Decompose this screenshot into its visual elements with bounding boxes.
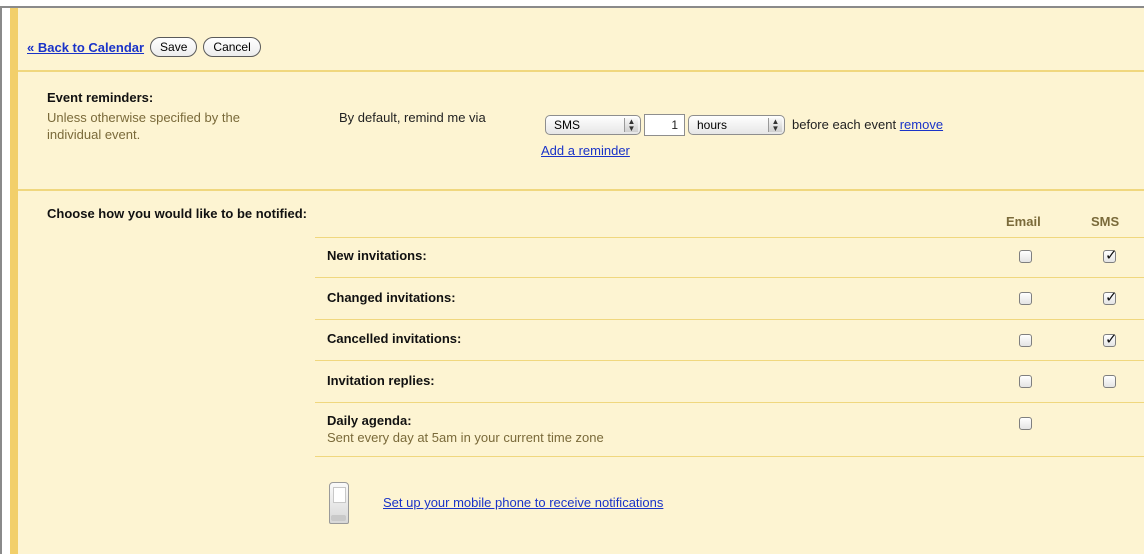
back-to-calendar-link[interactable]: « Back to Calendar <box>27 40 144 55</box>
reminder-unit-value: hours <box>697 118 728 132</box>
email-column-header: Email <box>1006 214 1041 229</box>
daily-agenda-description: Sent every day at 5am in your current ti… <box>327 430 604 445</box>
changed-invitations-email-checkbox[interactable] <box>1019 292 1032 305</box>
window-left-border <box>0 8 10 554</box>
reminder-suffix: before each event remove <box>792 117 943 132</box>
invitation-replies-email-checkbox[interactable] <box>1019 375 1032 388</box>
select-arrows-icon: ▲ ▼ <box>768 118 782 133</box>
row-divider <box>315 319 1144 320</box>
row-divider <box>315 277 1144 278</box>
row-divider <box>315 402 1144 403</box>
reminder-suffix-text: before each event <box>792 117 897 132</box>
event-reminders-title: Event reminders: <box>47 90 154 105</box>
reminder-method-select[interactable]: SMS ▲ ▼ <box>545 115 641 135</box>
row-divider <box>315 237 1144 238</box>
save-button[interactable]: Save <box>150 37 198 57</box>
mobile-phone-icon <box>329 482 349 524</box>
accent-bar <box>10 8 18 554</box>
row-divider <box>315 360 1144 361</box>
cancel-button[interactable]: Cancel <box>203 37 261 57</box>
reminder-unit-select[interactable]: hours ▲ ▼ <box>688 115 785 135</box>
header-toolbar: « Back to Calendar Save Cancel <box>27 37 261 57</box>
daily-agenda-label: Daily agenda: <box>327 413 412 428</box>
setup-mobile-link[interactable]: Set up your mobile phone to receive noti… <box>383 495 663 510</box>
invitation-replies-label: Invitation replies: <box>327 373 435 388</box>
notify-section-title: Choose how you would like to be notified… <box>47 206 307 221</box>
reminder-method-value: SMS <box>554 118 581 132</box>
divider <box>18 70 1144 72</box>
reminder-amount-input[interactable]: 1 <box>644 114 685 136</box>
new-invitations-sms-checkbox[interactable] <box>1103 246 1118 264</box>
daily-agenda-email-checkbox[interactable] <box>1019 417 1032 430</box>
remove-reminder-link[interactable]: remove <box>900 117 943 132</box>
sms-column-header: SMS <box>1091 214 1120 229</box>
cancelled-invitations-email-checkbox[interactable] <box>1019 334 1032 347</box>
cancelled-invitations-label: Cancelled invitations: <box>327 331 462 346</box>
row-divider <box>315 456 1144 457</box>
new-invitations-email-checkbox[interactable] <box>1019 250 1032 263</box>
window-top-border <box>0 0 1144 8</box>
add-reminder-link[interactable]: Add a reminder <box>541 143 630 158</box>
settings-panel <box>18 8 1144 554</box>
event-reminders-subtitle: Unless otherwise specified by the indivi… <box>47 110 240 142</box>
remind-prefix-text: By default, remind me via <box>339 110 486 125</box>
changed-invitations-sms-checkbox[interactable] <box>1103 288 1118 306</box>
new-invitations-label: New invitations: <box>327 248 427 263</box>
select-arrows-icon: ▲ ▼ <box>624 118 638 133</box>
invitation-replies-sms-checkbox[interactable] <box>1103 375 1116 388</box>
divider <box>18 189 1144 191</box>
changed-invitations-label: Changed invitations: <box>327 290 456 305</box>
cancelled-invitations-sms-checkbox[interactable] <box>1103 330 1118 348</box>
